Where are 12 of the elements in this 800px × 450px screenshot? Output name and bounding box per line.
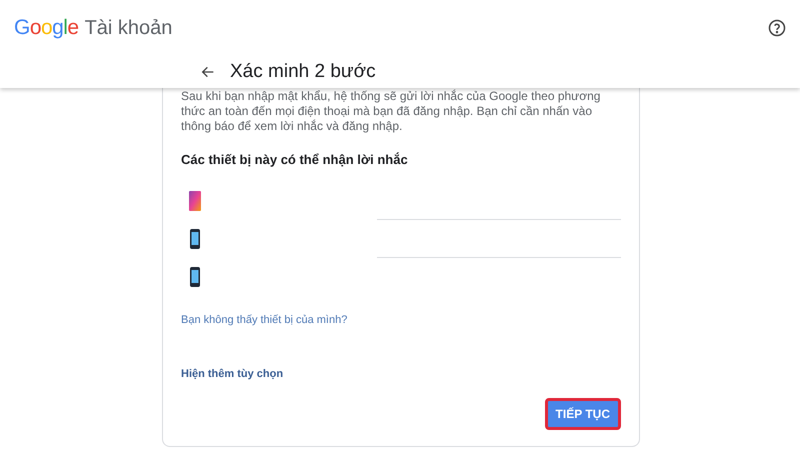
continue-button[interactable]: TIẾP TỤC: [544, 398, 621, 430]
missing-device-link[interactable]: Bạn không thấy thiết bị của mình?: [181, 312, 621, 328]
phone-icon: [190, 228, 200, 248]
help-icon[interactable]: [768, 18, 786, 37]
intro-text: Sau khi bạn nhập mật khẩu, hệ thống sẽ gửi lời nhắc của Google theo phương thức an toàn đến mọi điện thoại mà bạn đã đăng nhập. Bạn chỉ cần nhấn vào thông báo để xem lời nhắc và đăng nhập.: [181, 88, 602, 134]
phone-icon: [190, 266, 200, 286]
more-options-link[interactable]: Hiện thêm tùy chọn: [181, 366, 621, 382]
google-logo[interactable]: Google: [14, 12, 79, 44]
product-name: Tài khoản: [84, 16, 172, 41]
page-title: Xác minh 2 bước: [230, 60, 376, 84]
tablet-icon: [189, 190, 201, 210]
devices-heading: Các thiết bị này có thể nhận lời nhắc: [181, 151, 409, 169]
